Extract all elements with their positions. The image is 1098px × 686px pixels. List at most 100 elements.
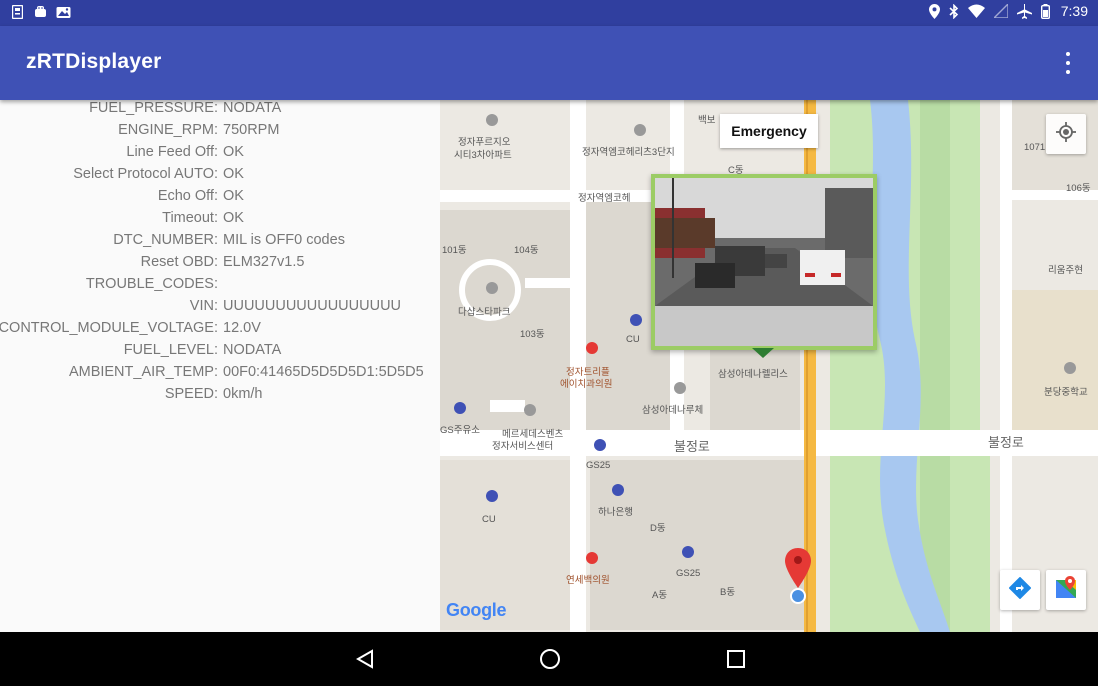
signal-off-icon: [993, 4, 1008, 18]
data-label: Select Protocol AUTO:: [73, 166, 218, 182]
data-value: UUUUUUUUUUUUUUUUU: [223, 298, 402, 314]
open-in-maps-button[interactable]: [1046, 570, 1086, 610]
map-place-label: 시티3차아파트: [454, 150, 512, 161]
map-place-label: 에이치과의원: [560, 379, 613, 390]
data-label: Line Feed Off:: [126, 144, 218, 160]
camera-snapshot-image: [655, 178, 873, 346]
data-row: FUEL_PRESSURE: NODATA: [0, 100, 440, 122]
data-row: CONTROL_MODULE_VOLTAGE: 12.0V: [0, 320, 440, 342]
data-value: OK: [223, 188, 244, 204]
data-label: DTC_NUMBER:: [113, 232, 218, 248]
data-row: SPEED: 0km/h: [0, 386, 440, 408]
status-left-icons: [11, 4, 71, 20]
more-vert-icon[interactable]: [1056, 50, 1080, 76]
data-row: VIN: UUUUUUUUUUUUUUUUU: [0, 298, 440, 320]
map-place-label: 삼성아데나렐리스: [718, 369, 788, 380]
road-label: 불정로: [988, 435, 1024, 450]
home-circle-icon[interactable]: [535, 646, 565, 672]
data-value: ELM327v1.5: [223, 254, 305, 270]
data-row: Echo Off: OK: [0, 188, 440, 210]
map-place-label: 정자서비스센터: [492, 441, 554, 452]
data-label: SPEED:: [164, 386, 218, 402]
map-place-label: 백보: [698, 115, 716, 126]
battery-icon: [1040, 3, 1050, 19]
map-place-label: 101동: [442, 245, 467, 256]
data-value: OK: [223, 210, 244, 226]
data-label: TROUBLE_CODES:: [85, 276, 218, 292]
app-bar: zRTDisplayer: [0, 26, 1098, 100]
status-right-icons: 7:39: [928, 3, 1088, 19]
data-label: AMBIENT_AIR_TEMP:: [68, 364, 218, 380]
data-label: Reset OBD:: [140, 254, 218, 270]
map-place-label: CU: [482, 514, 496, 525]
app-screen: 7:39 zRTDisplayer FUEL_PRESSURE: NODATA E…: [0, 0, 1098, 686]
map-place-label: 정자푸르지오: [458, 137, 511, 148]
data-label: FUEL_LEVEL:: [123, 342, 218, 358]
map-place-label: GS주유소: [440, 425, 480, 436]
status-time: 7:39: [1060, 3, 1088, 19]
data-value: NODATA: [223, 342, 282, 358]
data-value: 750RPM: [223, 122, 280, 138]
map-place-label: 하나은행: [598, 507, 633, 518]
android-icon: [34, 5, 46, 19]
map-place-label: 103동: [520, 329, 545, 340]
data-row: TROUBLE_CODES:: [0, 276, 440, 298]
map-place-label: CU: [626, 334, 640, 345]
road-label: 불정로: [674, 439, 710, 454]
map-place-label: 106동: [1066, 183, 1091, 194]
data-row: Reset OBD: ELM327v1.5: [0, 254, 440, 276]
map-place-label: 리움주현: [1048, 265, 1083, 276]
back-triangle-icon[interactable]: [350, 646, 380, 672]
map-view[interactable]: 정자푸르지오 시티3차아파트 정자역엠코헤리츠3단지 정자역엠코헤 101동 1…: [440, 100, 1098, 632]
data-row: FUEL_LEVEL: NODATA: [0, 342, 440, 364]
data-label: Timeout:: [162, 210, 218, 226]
bluetooth-icon: [949, 3, 959, 19]
map-place-label: 정자역엠코헤: [578, 193, 631, 204]
data-label: ENGINE_RPM:: [118, 122, 218, 138]
map-place-label: 연세백의원: [566, 575, 610, 586]
popup-pointer: [752, 348, 774, 358]
my-location-button[interactable]: [1046, 114, 1086, 154]
google-maps-icon: [1055, 575, 1077, 605]
data-value: NODATA: [223, 100, 282, 116]
directions-button[interactable]: [1000, 570, 1040, 610]
data-label: CONTROL_MODULE_VOLTAGE:: [0, 320, 218, 336]
map-place-label: GS25: [676, 568, 701, 579]
map-place-label: A동: [652, 590, 668, 601]
data-row: Line Feed Off: OK: [0, 144, 440, 166]
map-place-label: 정자역엠코헤리츠3단지: [582, 147, 675, 158]
map-place-label: GS25: [586, 460, 611, 471]
data-label: VIN:: [189, 298, 218, 314]
camera-snapshot-popup[interactable]: [651, 174, 877, 350]
data-value: 12.0V: [223, 320, 261, 336]
data-row: Select Protocol AUTO: OK: [0, 166, 440, 188]
status-bar: 7:39: [0, 0, 1098, 26]
photo-icon: [56, 5, 71, 19]
data-label: Echo Off:: [157, 188, 218, 204]
airplane-mode-icon: [1016, 3, 1032, 19]
directions-icon: [1008, 576, 1032, 604]
system-nav-bar: [0, 632, 1098, 686]
marker-info-window[interactable]: Emergency: [720, 114, 818, 148]
map-place-label: 분당중학교: [1044, 387, 1088, 398]
map-place-label: B동: [720, 587, 736, 598]
map-place-label: D동: [650, 523, 666, 534]
map-place-label: 다샵스타파크: [458, 307, 511, 318]
map-place-label: 1071: [1024, 142, 1046, 153]
map-place-label: 삼성아데나루체: [642, 405, 704, 416]
crosshair-icon: [1056, 121, 1076, 147]
data-row: Timeout: OK: [0, 210, 440, 232]
data-row: AMBIENT_AIR_TEMP: 00F0:41465D5D5D5D1:5D5D…: [0, 364, 440, 386]
map-place-label: 104동: [514, 245, 539, 256]
wifi-icon: [967, 4, 985, 18]
recents-square-icon[interactable]: [721, 646, 751, 672]
data-value: OK: [223, 166, 244, 182]
location-icon: [928, 3, 940, 19]
data-value: 00F0:41465D5D5D5D1:5D5D5: [223, 364, 424, 380]
sim-card-icon: [11, 4, 24, 20]
data-value: OK: [223, 144, 244, 160]
app-title: zRTDisplayer: [26, 50, 162, 73]
data-label: FUEL_PRESSURE:: [89, 100, 218, 116]
data-row: ENGINE_RPM: 750RPM: [0, 122, 440, 144]
data-value: MIL is OFF0 codes: [223, 232, 345, 248]
